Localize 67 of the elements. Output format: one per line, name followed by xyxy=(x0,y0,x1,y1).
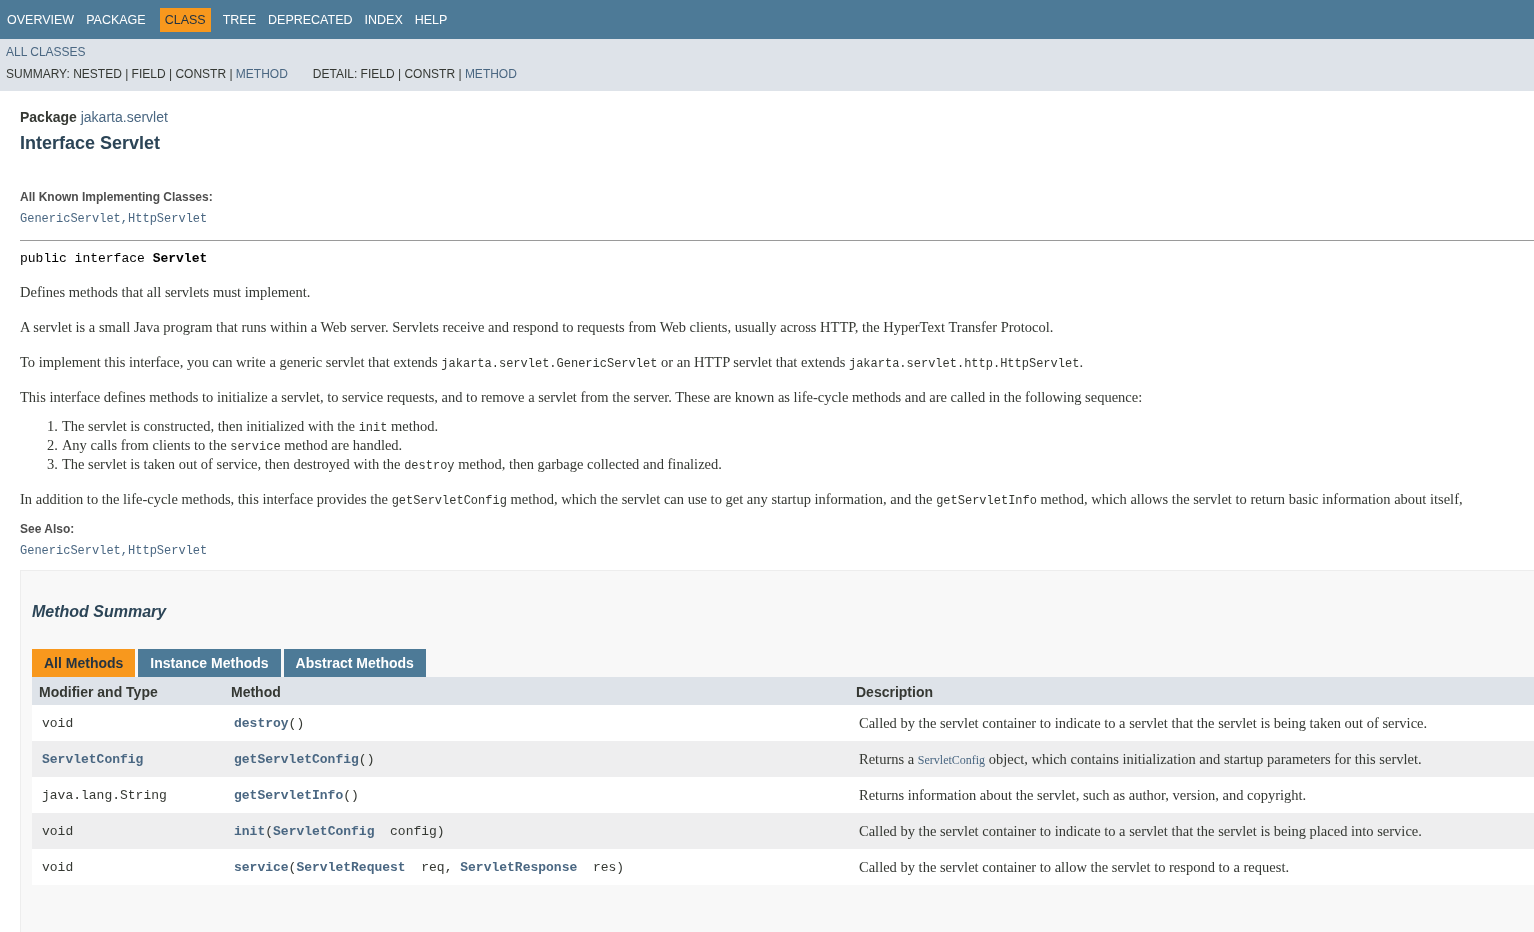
code-link[interactable]: destroy xyxy=(234,715,289,731)
code-text: req, xyxy=(420,859,454,875)
code-link[interactable]: getServletConfig xyxy=(234,751,359,767)
code-text: ( xyxy=(288,859,297,875)
nav-link[interactable]: HELP xyxy=(409,7,453,32)
nav-link[interactable]: PACKAGE xyxy=(81,7,151,32)
code-link[interactable]: getServletInfo xyxy=(234,787,344,803)
list-item-text: The servlet is constructed, then initialized with the init method. xyxy=(61,418,439,435)
filter-tab[interactable]: Instance Methods xyxy=(138,649,281,677)
sub-nav-text: SUMMARY: NESTED | FIELD | CONSTR | xyxy=(6,67,234,81)
code-text: java.lang.String xyxy=(42,787,167,803)
nav-link[interactable]: TREE xyxy=(217,7,261,32)
description-paragraph: A servlet is a small Java program that runs within a Web server. Servlets receive and respond to requests from Web clients, usually across HTTP, the HyperText Transfer Protocol. xyxy=(20,319,1055,336)
section-label: See Also: xyxy=(20,522,76,536)
description-paragraph: This interface defines methods to initialize a servlet, to service requests, and to remove a servlet from the server. These are known as life-cycle methods and are called in the following sequence: xyxy=(20,389,1144,406)
sub-nav-text: DETAIL: FIELD | CONSTR | xyxy=(312,67,463,81)
package-name: jakarta.servlet xyxy=(80,109,168,125)
column-header: Modifier and Type xyxy=(32,677,224,705)
code-text: () xyxy=(358,751,375,767)
method-description: Called by the servlet container to indicate to a servlet that the servlet is being taken out of service. xyxy=(859,714,1428,732)
separator: , xyxy=(120,544,129,558)
separator: , xyxy=(120,212,129,226)
list-number: 3. xyxy=(47,456,58,473)
type-name-link[interactable]: GenericServlet xyxy=(20,212,121,226)
type-name-link[interactable]: HttpServlet xyxy=(128,212,208,226)
code-text: () xyxy=(288,715,305,731)
code-text: res) xyxy=(591,859,625,875)
code-link[interactable]: ServletResponse xyxy=(460,859,578,875)
nav-link[interactable]: DEPRECATED xyxy=(263,7,358,32)
code-link[interactable]: ServletConfig xyxy=(273,823,375,839)
list-item-text: Any calls from clients to the service method are handled. xyxy=(61,437,403,454)
section-title: Method Summary xyxy=(32,603,168,621)
code-link[interactable]: init xyxy=(234,823,266,839)
sub-nav-link[interactable]: METHOD xyxy=(464,65,517,81)
code-text: ( xyxy=(265,823,274,839)
method-description: Returns a ServletConfig object, which contains initialization and startup parameters for this servlet. xyxy=(859,750,1422,768)
type-name-link[interactable]: ServletConfig xyxy=(917,752,986,767)
code-text: config) xyxy=(389,823,445,839)
code-link[interactable]: service xyxy=(234,859,289,875)
type-name-link[interactable]: GenericServlet xyxy=(20,544,121,558)
nav-link[interactable]: CLASS xyxy=(159,7,211,32)
all-classes-link[interactable]: ALL CLASSES xyxy=(6,43,86,59)
method-description: Called by the servlet container to indicate to a servlet that the servlet is being placed into service. xyxy=(859,822,1422,840)
method-description: Returns information about the servlet, such as author, version, and copyright. xyxy=(859,786,1307,804)
package-label: Package xyxy=(20,109,77,125)
column-header: Method xyxy=(224,677,849,705)
nav-link[interactable]: OVERVIEW xyxy=(2,7,80,32)
method-description: Called by the servlet container to allow the servlet to respond to a request. xyxy=(859,858,1290,876)
sub-nav-link[interactable]: METHOD xyxy=(235,65,288,81)
description-paragraph: In addition to the life-cycle methods, this interface provides the getServletConfig method, which the servlet can use to get any startup information, and the getServletInfo method, which allows the servlet to return basic information about itself, xyxy=(20,491,1464,508)
type-name-link[interactable]: HttpServlet xyxy=(128,544,208,558)
list-number: 2. xyxy=(47,437,58,454)
class-signature: public interface Servlet xyxy=(20,251,209,266)
code-text: void xyxy=(42,715,74,731)
code-link[interactable]: ServletRequest xyxy=(296,859,406,875)
filter-tab[interactable]: Abstract Methods xyxy=(283,649,426,677)
code-text: () xyxy=(343,787,359,803)
code-text: void xyxy=(42,823,74,839)
filter-tab[interactable]: All Methods xyxy=(32,649,136,677)
list-number: 1. xyxy=(47,418,58,435)
page-title: Interface Servlet xyxy=(20,133,162,154)
nav-link[interactable]: INDEX xyxy=(359,7,408,32)
list-item-text: The servlet is taken out of service, then destroyed with the destroy method, then garbage collected and finalized. xyxy=(61,456,722,473)
column-header: Description xyxy=(849,677,1534,705)
description-paragraph: Defines methods that all servlets must implement. xyxy=(20,284,312,301)
code-text: void xyxy=(42,859,74,875)
section-label: All Known Implementing Classes: xyxy=(20,190,214,204)
